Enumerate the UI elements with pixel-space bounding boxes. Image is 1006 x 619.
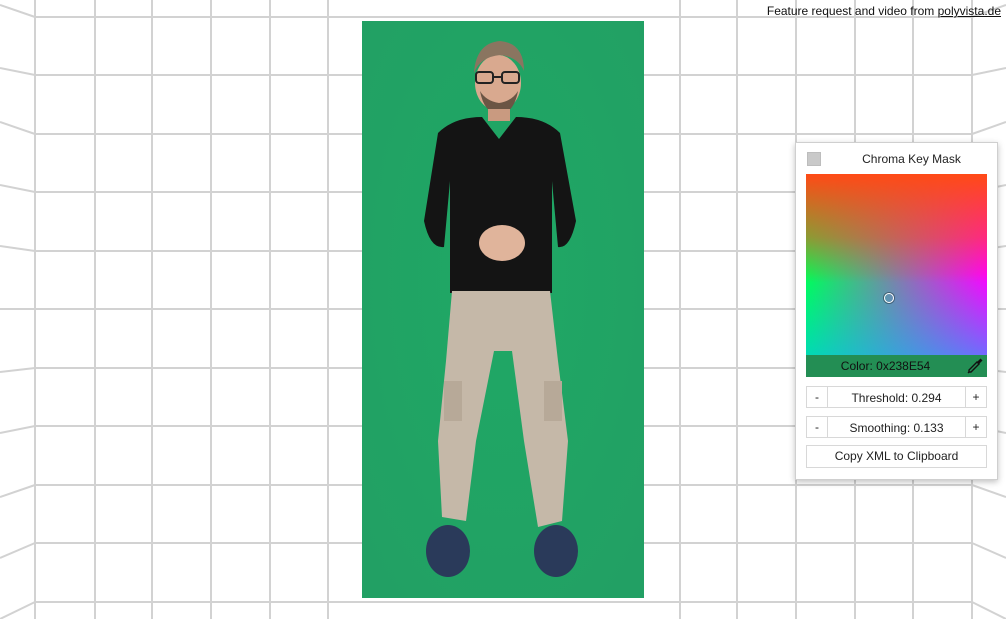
enable-checkbox[interactable]: [807, 152, 821, 166]
copy-xml-button[interactable]: Copy XML to Clipboard: [806, 445, 987, 468]
smoothing-decrease-button[interactable]: -: [807, 417, 828, 437]
credit-text: Feature request and video from polyvista…: [767, 4, 1001, 18]
threshold-stepper: - Threshold: 0.294 +: [806, 386, 987, 408]
panel-title: Chroma Key Mask: [862, 152, 961, 166]
picker-handle[interactable]: [884, 293, 894, 303]
threshold-decrease-button[interactable]: -: [807, 387, 828, 407]
color-value-bar: Color: 0x238E54: [806, 355, 987, 377]
panel-header: Chroma Key Mask: [796, 143, 997, 173]
credit-prefix: Feature request and video from: [766, 4, 938, 18]
color-label: Color: 0x238E54: [840, 359, 931, 373]
threshold-label: Threshold: 0.294: [851, 391, 942, 405]
threshold-increase-button[interactable]: +: [965, 387, 986, 407]
color-picker[interactable]: [806, 174, 987, 355]
picker-bottom-layer: [806, 174, 987, 355]
smoothing-increase-button[interactable]: +: [965, 417, 986, 437]
polyvista-link[interactable]: polyvista.de: [938, 4, 1001, 18]
eyedropper-icon[interactable]: [966, 357, 984, 375]
video-frame: [362, 21, 644, 598]
video-subject: [362, 21, 644, 598]
smoothing-label: Smoothing: 0.133: [849, 421, 944, 435]
chroma-key-panel: Chroma Key Mask Color: 0x238E54 - Thresh…: [795, 142, 998, 480]
smoothing-stepper: - Smoothing: 0.133 +: [806, 416, 987, 438]
